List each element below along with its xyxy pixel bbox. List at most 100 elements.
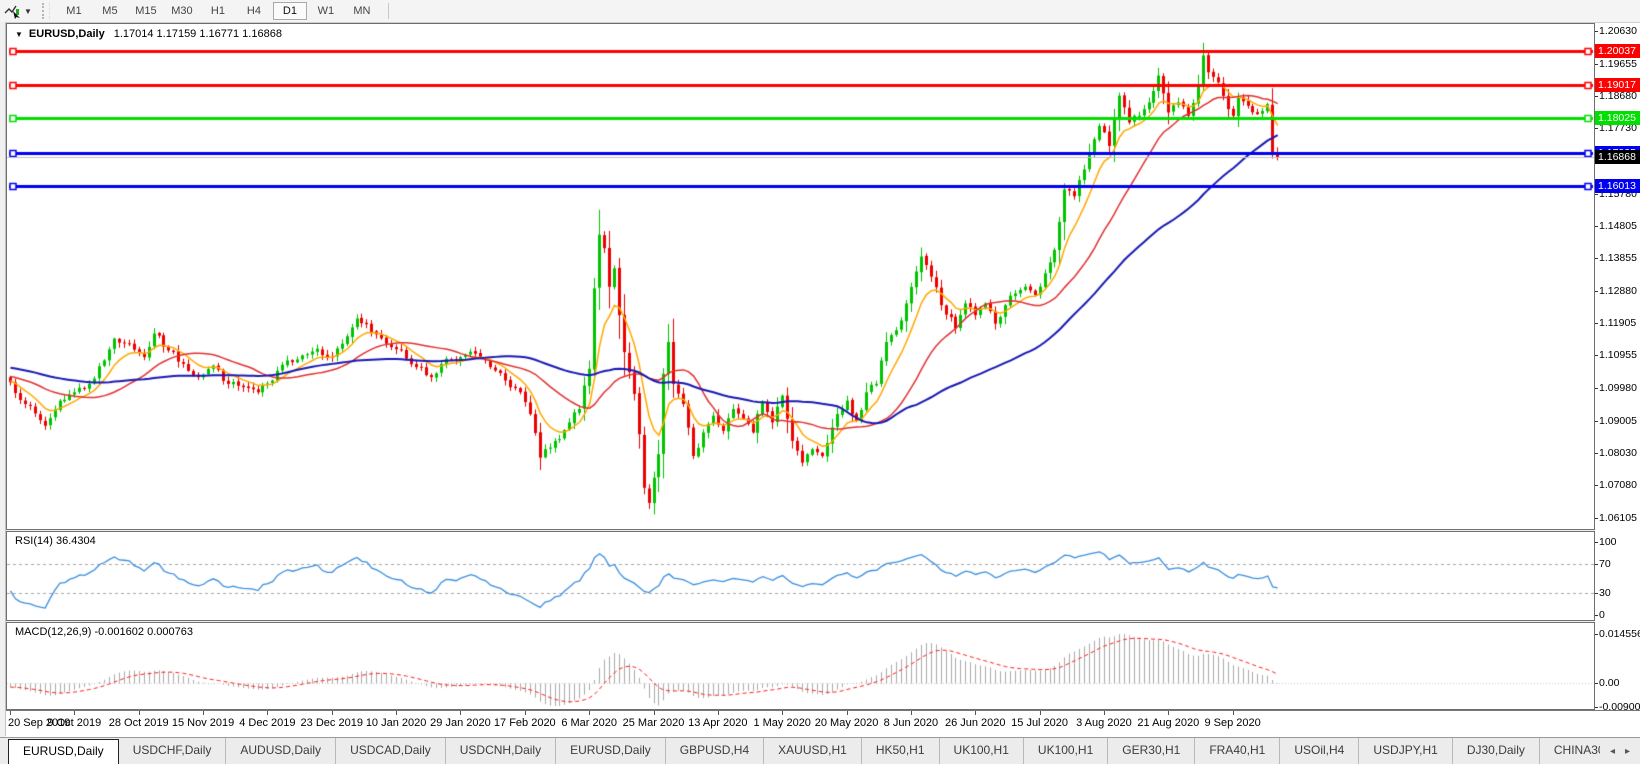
price-axis[interactable]: 1.206301.196551.186801.177301.167551.157… xyxy=(1595,23,1640,713)
date-label: 6 Mar 2020 xyxy=(561,717,617,729)
date-tick xyxy=(396,711,398,715)
date-tick xyxy=(717,711,719,715)
date-tick xyxy=(1103,711,1105,715)
date-tick xyxy=(267,711,269,715)
timeframe-h4[interactable]: H4 xyxy=(237,2,271,20)
timeframe-mn[interactable]: MN xyxy=(345,2,379,20)
top-toolbar: ▼ M1 M5 M15 M30 H1 H4 D1 W1 MN xyxy=(0,0,1640,23)
toolbar-separator xyxy=(387,3,389,19)
chart-tool-dropdown-icon[interactable]: ▼ xyxy=(24,7,32,16)
price-tick-label: 1.20630 xyxy=(1595,25,1637,37)
date-tick xyxy=(782,711,784,715)
macd-canvas[interactable] xyxy=(7,623,1594,709)
rsi-canvas[interactable] xyxy=(7,532,1594,620)
tab-usdcad-daily[interactable]: USDCAD,Daily xyxy=(335,738,445,764)
tab-ger30-h1[interactable]: GER30,H1 xyxy=(1107,738,1194,764)
chart-symbol-label: EURUSD,Daily xyxy=(28,28,105,40)
tab-audusd-daily[interactable]: AUDUSD,Daily xyxy=(225,738,335,764)
level-price-badge: 1.19017 xyxy=(1595,78,1640,93)
rsi-tick-label: 70 xyxy=(1595,558,1611,570)
current-price-badge: 1.16868 xyxy=(1595,150,1640,165)
date-tick xyxy=(910,711,912,715)
tab-usdjpy-h1[interactable]: USDJPY,H1 xyxy=(1358,738,1451,764)
price-tick-label: 1.07080 xyxy=(1595,479,1637,491)
rsi-tick-label: 30 xyxy=(1595,587,1611,599)
timeframe-m1[interactable]: M1 xyxy=(57,2,91,20)
macd-tick-label: 0.014556 xyxy=(1595,628,1640,640)
date-tick xyxy=(589,711,591,715)
date-label: 15 Nov 2019 xyxy=(171,717,235,729)
date-label: 26 Jun 2020 xyxy=(944,717,1006,729)
price-tick-label: 1.11905 xyxy=(1595,317,1636,329)
date-tick xyxy=(331,711,333,715)
timeframe-w1[interactable]: W1 xyxy=(309,2,343,20)
tab-scroll-controls: ◂ ▸ xyxy=(1600,738,1640,764)
level-price-badge: 1.20037 xyxy=(1595,43,1640,58)
chart-tabs: EURUSD,Daily USDCHF,Daily AUDUSD,Daily USDC… xyxy=(8,738,1600,764)
price-tick-label: 1.18680 xyxy=(1595,90,1637,102)
date-tick xyxy=(460,711,462,715)
window-left-edge xyxy=(0,22,6,736)
date-label: 13 Apr 2020 xyxy=(688,717,748,729)
tab-usdcnh-daily[interactable]: USDCNH,Daily xyxy=(444,738,555,764)
tab-xauusd-h1[interactable]: XAUUSD,H1 xyxy=(763,738,861,764)
chart-collapse-icon[interactable]: ▼ xyxy=(15,30,23,39)
macd-label: MACD(12,26,9) -0.001602 0.000763 xyxy=(15,626,193,638)
price-tick-label: 1.19655 xyxy=(1595,58,1637,70)
date-label: 9 Sep 2020 xyxy=(1204,717,1261,729)
price-chart-canvas[interactable] xyxy=(7,24,1594,529)
date-tick xyxy=(653,711,655,715)
timeframe-m30[interactable]: M30 xyxy=(165,2,199,20)
rsi-tick-label: 0 xyxy=(1595,609,1605,621)
timeframe-buttons: M1 M5 M15 M30 H1 H4 D1 W1 MN xyxy=(56,2,380,20)
date-label: 8 Jun 2020 xyxy=(883,717,939,729)
chart-cursor-icon[interactable] xyxy=(4,3,22,19)
macd-tick-label: 0.00 xyxy=(1595,677,1619,689)
tab-dj30-daily[interactable]: DJ30,Daily xyxy=(1451,738,1539,764)
price-tick-label: 1.09980 xyxy=(1595,382,1637,394)
tab-gbpusd-h4[interactable]: GBPUSD,H4 xyxy=(664,738,763,764)
date-tick xyxy=(524,711,526,715)
date-tick xyxy=(1039,711,1041,715)
tab-scroll-right-icon[interactable]: ▸ xyxy=(1625,746,1630,757)
level-price-badge: 1.16013 xyxy=(1595,178,1640,193)
date-label: 17 Feb 2020 xyxy=(493,717,556,729)
price-tick-label: 1.12880 xyxy=(1595,285,1637,297)
date-tick xyxy=(1168,711,1170,715)
date-label: 3 Aug 2020 xyxy=(1076,717,1132,729)
date-label: 21 Aug 2020 xyxy=(1137,717,1200,729)
tab-hk50-h1[interactable]: HK50,H1 xyxy=(860,738,939,764)
tab-eurusd-daily[interactable]: EURUSD,Daily xyxy=(8,739,119,764)
chart-title: ▼ EURUSD,Daily 1.17014 1.17159 1.16771 1.1… xyxy=(15,28,282,40)
rsi-label: RSI(14) 36.4304 xyxy=(15,535,96,547)
timeframe-m5[interactable]: M5 xyxy=(93,2,127,20)
toolbar-grip xyxy=(41,3,50,19)
tab-usdchf-daily[interactable]: USDCHF,Daily xyxy=(119,738,226,764)
date-tick xyxy=(1232,711,1234,715)
chart-ohlc-values: 1.17014 1.17159 1.16771 1.16868 xyxy=(113,28,282,40)
timeframe-h1[interactable]: H1 xyxy=(201,2,235,20)
date-tick xyxy=(138,711,140,715)
tab-uk100-h1[interactable]: UK100,H1 xyxy=(1022,738,1107,764)
chart-tabs-bar: EURUSD,Daily USDCHF,Daily AUDUSD,Daily USDC… xyxy=(0,737,1640,764)
date-label: 28 Oct 2019 xyxy=(108,717,169,729)
tab-uk100-h1[interactable]: UK100,H1 xyxy=(938,738,1023,764)
timeframe-d1[interactable]: D1 xyxy=(272,2,307,20)
timeframe-m15[interactable]: M15 xyxy=(129,2,163,20)
date-label: 29 Jan 2020 xyxy=(430,717,491,729)
rsi-indicator-panel: RSI(14) 36.4304 xyxy=(6,531,1595,621)
price-chart-panel: ▼ EURUSD,Daily 1.17014 1.17159 1.16771 1.1… xyxy=(6,23,1595,530)
date-tick xyxy=(10,711,11,715)
tab-scroll-left-icon[interactable]: ◂ xyxy=(1610,746,1615,757)
price-tick-label: 1.09005 xyxy=(1595,415,1637,427)
tab-fra40-h1[interactable]: FRA40,H1 xyxy=(1194,738,1279,764)
date-label: 10 Jan 2020 xyxy=(365,717,427,729)
date-label: 4 Dec 2019 xyxy=(239,717,296,729)
level-price-badge: 1.18025 xyxy=(1595,111,1640,126)
date-tick xyxy=(203,711,205,715)
tab-eurusd-daily[interactable]: EURUSD,Daily xyxy=(555,738,665,764)
tab-usoil-h4[interactable]: USOil,H4 xyxy=(1279,738,1358,764)
date-axis[interactable]: 20 Sep 2019 9 Oct 2019 28 Oct 2019 15 Nov 2… xyxy=(6,710,1640,737)
price-tick-label: 1.06105 xyxy=(1595,512,1637,524)
tab-china300-h1[interactable]: CHINA300,H1 xyxy=(1538,738,1600,764)
